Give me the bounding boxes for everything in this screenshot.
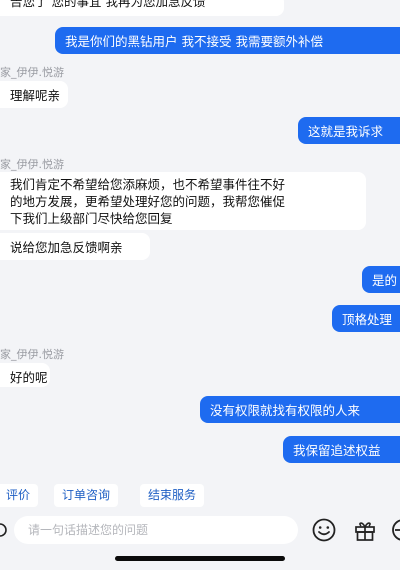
agent-message: 好的呢 [0, 363, 50, 387]
user-message: 顶格处理 [332, 305, 400, 332]
agent-message: 我们肯定不希望给您添麻烦，也不希望事件往不好 的地方发展，更希望处理好您的问题，… [0, 172, 366, 230]
quick-reply-rate[interactable]: 评价 [0, 484, 39, 507]
user-message: 我是你们的黑钻用户 我不接受 我需要额外补偿 [55, 27, 400, 54]
agent-nickname: 家_伊伊.悦游 [0, 158, 64, 171]
quick-reply-bar: 评价 订单咨询 结束服务 [0, 484, 400, 508]
agent-nickname: 家_伊伊.悦游 [0, 348, 64, 361]
quick-reply-end-service[interactable]: 结束服务 [140, 484, 205, 507]
user-message: 没有权限就找有权限的人来 [200, 396, 400, 423]
home-indicator [115, 556, 285, 561]
gift-icon[interactable] [352, 517, 378, 543]
agent-nickname: 家_伊伊.悦游 [0, 66, 64, 79]
agent-message: 理解呢亲 [0, 81, 68, 108]
user-message: 我保留追述权益 [283, 436, 400, 463]
agent-message: 说给您加急反馈啊亲 [0, 233, 150, 260]
voice-icon[interactable] [0, 520, 10, 540]
question-input[interactable] [14, 516, 298, 544]
emoji-icon[interactable] [311, 517, 337, 543]
input-bar [0, 510, 400, 550]
user-message: 这就是我诉求 [298, 117, 400, 144]
agent-message: 告您了 您的事宜 我再为您加急反馈 [0, 0, 284, 16]
chat-area: 告您了 您的事宜 我再为您加急反馈 我是你们的黑钻用户 我不接受 我需要额外补偿… [0, 0, 400, 480]
quick-reply-order-inquiry[interactable]: 订单咨询 [54, 484, 119, 507]
plus-icon[interactable] [390, 517, 400, 543]
user-message: 是的 [362, 266, 400, 293]
